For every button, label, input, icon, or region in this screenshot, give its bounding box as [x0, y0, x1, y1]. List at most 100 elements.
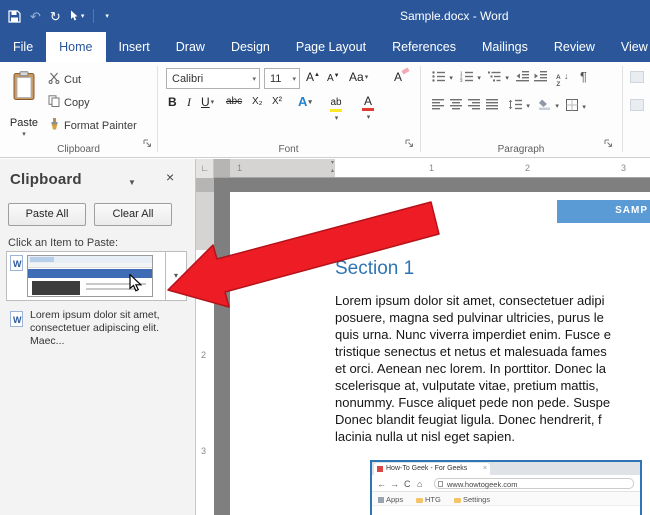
save-icon[interactable] [8, 9, 21, 23]
subscript-button[interactable]: X₂ [252, 97, 263, 107]
tab-close-icon: × [482, 465, 487, 472]
numbering-button[interactable]: 123 [460, 71, 481, 84]
title-bar: ↶ ↻ ▾ ▾ Sample.docx - Word [0, 0, 650, 32]
page-icon [438, 481, 443, 487]
body-line: posuere, magna sed pulvinar ultricies, p… [335, 310, 604, 325]
strikethrough-button[interactable]: abc [226, 97, 242, 107]
clipboard-pane: Clipboard ▼ × Paste All Clear All Click … [0, 159, 196, 515]
underline-button[interactable]: U [201, 96, 214, 108]
word-window: ↶ ↻ ▾ ▾ Sample.docx - Word File Home Ins… [0, 0, 650, 515]
line-spacing-button[interactable] [508, 99, 530, 112]
sort-button[interactable]: AZ ↓ [556, 69, 569, 88]
body-line: Lorem ipsum dolor sit amet, consectetuer… [335, 293, 605, 308]
tab-selector[interactable]: ∟ [196, 159, 214, 178]
home-icon: ⌂ [417, 479, 423, 489]
svg-text:3: 3 [460, 78, 463, 82]
decrease-indent-button[interactable] [516, 71, 529, 84]
ruler-number: 1 [429, 163, 435, 173]
clip-item-dropdown[interactable]: ▾ [165, 252, 186, 300]
embedded-screenshot[interactable]: How-To Geek - For Geeks × ← → C ⌂ www.ho… [370, 460, 642, 515]
highlight-color-button[interactable]: ab [330, 95, 342, 124]
hanging-indent-marker[interactable]: ▴ [331, 167, 334, 174]
ribbon-tab-bar: File Home Insert Draw Design Page Layout… [0, 32, 650, 62]
bookmark-apps: Apps [378, 495, 403, 504]
ruler-number: 1 [237, 163, 243, 173]
first-line-indent-marker[interactable]: ▾ [331, 159, 334, 166]
clear-all-button[interactable]: Clear All [94, 203, 172, 226]
highlight-color-bar [330, 109, 342, 112]
copy-icon [48, 95, 60, 110]
document-page[interactable]: SAMP Section 1 Lorem ipsum dolor sit ame… [230, 192, 650, 515]
paste-all-button[interactable]: Paste All [8, 203, 86, 226]
text-effects-button[interactable]: A [298, 95, 312, 108]
chevron-down-icon[interactable]: ▾ [289, 75, 299, 83]
paragraph-dialog-launcher-icon[interactable] [604, 135, 613, 153]
tab-draw[interactable]: Draw [163, 32, 218, 62]
format-painter-icon [48, 118, 60, 133]
font-name-value: Calibri [172, 72, 204, 85]
bookmark-settings: Settings [454, 495, 490, 504]
shrink-font-button[interactable]: A▼ [327, 73, 340, 84]
pane-options-dropdown-icon[interactable]: ▼ [128, 178, 136, 187]
borders-button[interactable] [566, 99, 586, 113]
bullets-button[interactable] [432, 71, 453, 84]
change-case-button[interactable]: Aa [349, 71, 368, 83]
clipboard-paste-icon [13, 71, 35, 106]
vertical-ruler[interactable]: 1 2 3 [196, 178, 214, 515]
clipboard-item-text[interactable]: Lorem ipsum dolor sit amet, consectetuer… [6, 307, 187, 359]
clear-formatting-button[interactable]: A [394, 67, 410, 83]
word-file-icon [10, 311, 23, 327]
show-paragraph-marks-button[interactable]: ¶ [580, 70, 587, 83]
align-center-button[interactable] [450, 99, 463, 112]
tab-mailings[interactable]: Mailings [469, 32, 541, 62]
section-heading: Section 1 [335, 258, 415, 279]
undo-icon[interactable]: ↶ [30, 10, 41, 23]
align-left-button[interactable] [432, 99, 445, 112]
justify-button[interactable] [486, 99, 499, 112]
align-right-button[interactable] [468, 99, 481, 112]
toolbar-divider [93, 9, 95, 23]
shading-button[interactable] [538, 99, 559, 112]
font-dialog-launcher-icon[interactable] [405, 135, 414, 153]
touch-mode-icon[interactable]: ▾ [70, 10, 84, 22]
tab-review[interactable]: Review [541, 32, 608, 62]
bold-button[interactable]: B [168, 96, 177, 108]
window-title: Sample.docx - Word [400, 9, 509, 23]
tab-file[interactable]: File [0, 32, 46, 62]
format-painter-button[interactable]: Format Painter [48, 118, 137, 133]
tab-design[interactable]: Design [218, 32, 283, 62]
clipboard-dialog-launcher-icon[interactable] [143, 135, 152, 153]
superscript-button[interactable]: X² [272, 97, 282, 107]
clipboard-item-image[interactable]: ▾ [6, 251, 187, 301]
cutoff-group-icon[interactable] [630, 99, 644, 111]
paste-button[interactable]: Paste ▾ [4, 66, 44, 142]
tab-view[interactable]: View [608, 32, 650, 62]
folder-icon [416, 498, 423, 503]
tab-page-layout[interactable]: Page Layout [283, 32, 379, 62]
customize-quick-access-icon[interactable]: ▾ [103, 13, 109, 20]
font-color-button[interactable]: A [362, 95, 374, 123]
tab-references[interactable]: References [379, 32, 469, 62]
copy-button[interactable]: Copy [48, 95, 90, 110]
document-area: SAMP Section 1 Lorem ipsum dolor sit ame… [214, 178, 650, 515]
cutoff-group-icon[interactable] [630, 71, 644, 83]
font-group-label: Font [278, 144, 299, 155]
horizontal-ruler[interactable]: 1 1 2 3 ▾ ▴ ∟ [196, 159, 650, 178]
grow-font-button[interactable]: A▲ [306, 71, 320, 83]
multilevel-list-button[interactable] [488, 71, 509, 84]
body-line: scelerisque at, vulputate vitae, pretium… [335, 378, 599, 393]
tab-home[interactable]: Home [46, 32, 106, 62]
chevron-down-icon[interactable]: ▾ [249, 75, 259, 83]
increase-indent-button[interactable] [534, 71, 547, 84]
font-name-combo[interactable]: Calibri ▾ [166, 68, 260, 89]
ruler-number: 2 [525, 163, 531, 173]
tab-insert[interactable]: Insert [106, 32, 163, 62]
font-size-value: 11 [270, 72, 282, 85]
redo-icon[interactable]: ↻ [50, 10, 61, 23]
font-size-combo[interactable]: 11 ▾ [264, 68, 300, 89]
eraser-icon [401, 67, 410, 75]
cut-button[interactable]: Cut [48, 72, 81, 87]
italic-button[interactable]: I [187, 96, 191, 108]
pane-close-icon[interactable]: × [166, 169, 174, 185]
clipboard-group-label: Clipboard [57, 144, 100, 155]
